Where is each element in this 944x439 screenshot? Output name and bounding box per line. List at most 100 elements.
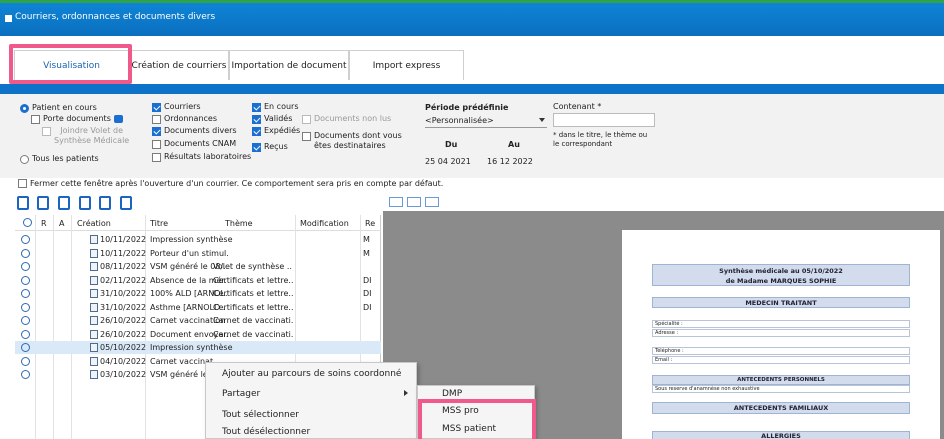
table-row[interactable]: 26/10/2022 Document envoyer. Carnet de vac… bbox=[15, 328, 381, 341]
contenant-input[interactable] bbox=[553, 113, 655, 127]
column-creation[interactable]: Création bbox=[77, 219, 111, 228]
menu-item-ajouter-parcours[interactable]: Ajouter au parcours de soins coordonné bbox=[222, 369, 401, 379]
tab-bar: Visualisation Création de courriers Impo… bbox=[0, 36, 944, 84]
checkbox-icon bbox=[18, 179, 27, 188]
checkbox-label: Documents CNAM bbox=[164, 139, 237, 148]
column-titre[interactable]: Titre bbox=[150, 219, 168, 228]
cell-theme: Volet de synthèse .. bbox=[213, 262, 292, 271]
checkbox-label: Reçus bbox=[264, 142, 288, 151]
checkbox-label: Fermer cette fenêtre après l'ouverture d… bbox=[30, 178, 444, 188]
checkbox-documents-destinataire[interactable]: Documents dont vous êtes destinataires bbox=[302, 131, 402, 151]
table-row[interactable]: 05/10/2022 Impression synthèse bbox=[15, 341, 381, 354]
cell-titre: Impression synthèse bbox=[150, 235, 233, 244]
status-icon bbox=[21, 248, 30, 258]
edit-document-icon[interactable] bbox=[17, 196, 29, 210]
mail-send-icon[interactable] bbox=[407, 197, 421, 207]
table-row[interactable]: 26/10/2022 Carnet vaccination Carnet de va… bbox=[15, 314, 381, 327]
contenant-label: Contenant * bbox=[553, 102, 602, 111]
checkbox-documents-cnam[interactable]: Documents CNAM bbox=[152, 139, 236, 149]
copy-document-icon[interactable] bbox=[37, 196, 49, 210]
cell-titre: Porteur d'un stimul. bbox=[150, 248, 229, 258]
checkbox-icon bbox=[252, 143, 261, 152]
grid-header: R A Création Titre Thème Modification Re bbox=[15, 215, 381, 231]
periode-select[interactable]: <Personnalisée> bbox=[425, 116, 547, 128]
tab-strip bbox=[0, 84, 944, 94]
column-a[interactable]: A bbox=[59, 219, 64, 228]
checkbox-documents-non-lus[interactable]: Documents non lus bbox=[302, 114, 391, 124]
cell-titre: Impression synthèse bbox=[150, 343, 233, 352]
checkbox-joindre-volet[interactable]: Joindre Volet de Synthèse Médicale bbox=[42, 126, 129, 146]
cell-creation: 03/10/2022 bbox=[100, 370, 147, 379]
checkbox-recus[interactable]: Reçus bbox=[252, 142, 288, 152]
table-row[interactable]: 31/10/2022 100% ALD [ARNOL. Certificats et… bbox=[15, 287, 381, 300]
radio-patient-en-cours[interactable]: Patient en cours bbox=[20, 103, 97, 113]
checkbox-label: Documents non lus bbox=[314, 114, 392, 123]
checkbox-expedies[interactable]: Expédiés bbox=[252, 126, 300, 136]
mail-icon[interactable] bbox=[389, 197, 403, 207]
menu-item-tout-deselectionner[interactable]: Tout désélectionner bbox=[222, 427, 310, 437]
preview-email: Email : bbox=[652, 356, 910, 364]
checkbox-label: En cours bbox=[264, 102, 299, 111]
cell-creation: 31/10/2022 bbox=[100, 302, 147, 312]
table-row[interactable]: 02/11/2022 Absence de la mér. Certificats … bbox=[15, 274, 381, 287]
radio-tous-les-patients[interactable]: Tous les patients bbox=[20, 154, 99, 164]
status-icon bbox=[21, 262, 30, 271]
document-icon bbox=[90, 275, 98, 285]
cell-re: M bbox=[363, 235, 370, 244]
preview-antecedents-perso: ANTECEDENTS PERSONNELS bbox=[652, 375, 910, 385]
radio-label: Tous les patients bbox=[32, 154, 99, 163]
briefcase-icon bbox=[113, 115, 123, 123]
status-icon bbox=[21, 370, 30, 379]
cell-theme: Carnet de vaccinati. bbox=[213, 316, 294, 325]
table-row[interactable]: 31/10/2022 Asthme [ARNOLD . Certificats et… bbox=[15, 301, 381, 314]
mail-receive-icon[interactable] bbox=[425, 197, 439, 207]
radio-icon bbox=[20, 155, 29, 164]
cell-creation: 04/10/2022 bbox=[100, 356, 147, 366]
status-icon bbox=[21, 329, 30, 339]
preview-allergies: ALLERGIES bbox=[652, 431, 910, 439]
checkbox-courriers[interactable]: Courriers bbox=[152, 102, 201, 112]
checkbox-fermer-fenetre[interactable]: Fermer cette fenêtre après l'ouverture d… bbox=[18, 178, 443, 188]
date-au-field[interactable]: 16 12 2022 bbox=[487, 157, 533, 166]
duplicate-icon[interactable] bbox=[99, 196, 111, 210]
cell-theme: Certificats et lettre.. bbox=[213, 302, 294, 312]
table-row[interactable]: 08/11/2022 VSM généré le 08/. Volet de syn… bbox=[15, 260, 381, 273]
column-theme[interactable]: Thème bbox=[225, 219, 253, 228]
menu-item-dmp[interactable]: DMP bbox=[442, 389, 462, 399]
tab-creation-courriers[interactable]: Création de courriers bbox=[129, 50, 229, 80]
table-row[interactable]: 10/11/2022 Impression synthèse M bbox=[15, 233, 381, 246]
tab-importation-document[interactable]: Importation de document bbox=[229, 50, 349, 80]
document-icon bbox=[90, 289, 98, 298]
checkbox-label: Ordonnances bbox=[164, 114, 218, 123]
tab-import-express[interactable]: Import express bbox=[349, 50, 464, 80]
chevron-down-icon bbox=[539, 118, 545, 122]
chevron-right-icon bbox=[404, 390, 408, 396]
radio-icon bbox=[20, 104, 29, 113]
status-icon bbox=[21, 235, 30, 244]
pdf-icon[interactable] bbox=[58, 196, 70, 210]
excel-icon[interactable] bbox=[79, 196, 91, 210]
menu-item-tout-selectionner[interactable]: Tout sélectionner bbox=[222, 410, 299, 420]
date-du-field[interactable]: 25 04 2021 bbox=[425, 157, 471, 166]
print-icon[interactable] bbox=[120, 196, 132, 210]
table-row[interactable]: 10/11/2022 Porteur d'un stimul. M bbox=[15, 247, 381, 260]
checkbox-en-cours[interactable]: En cours bbox=[252, 102, 299, 112]
cell-creation: 26/10/2022 bbox=[100, 329, 147, 339]
checkbox-resultats-laboratoires[interactable]: Résultats laboratoires bbox=[152, 152, 251, 162]
cell-creation: 05/10/2022 bbox=[100, 343, 147, 352]
checkbox-icon bbox=[302, 132, 311, 141]
checkbox-label: Validés bbox=[264, 114, 293, 123]
window-title: Courriers, ordonnances et documents dive… bbox=[15, 12, 216, 22]
joindre-label-2: Synthèse Médicale bbox=[54, 136, 130, 145]
column-re[interactable]: Re bbox=[365, 219, 375, 228]
status-icon bbox=[21, 316, 30, 325]
checkbox-porte-documents[interactable]: Porte documents bbox=[31, 114, 123, 124]
column-r[interactable]: R bbox=[41, 219, 47, 228]
checkbox-ordonnances[interactable]: Ordonnances bbox=[152, 114, 217, 124]
menu-item-partager[interactable]: Partager bbox=[222, 389, 260, 399]
checkbox-documents-divers[interactable]: Documents divers bbox=[152, 126, 237, 136]
cell-creation: 02/11/2022 bbox=[100, 275, 147, 285]
du-label: Du bbox=[445, 140, 458, 149]
column-modification[interactable]: Modification bbox=[300, 219, 349, 228]
checkbox-valides[interactable]: Validés bbox=[252, 114, 292, 124]
